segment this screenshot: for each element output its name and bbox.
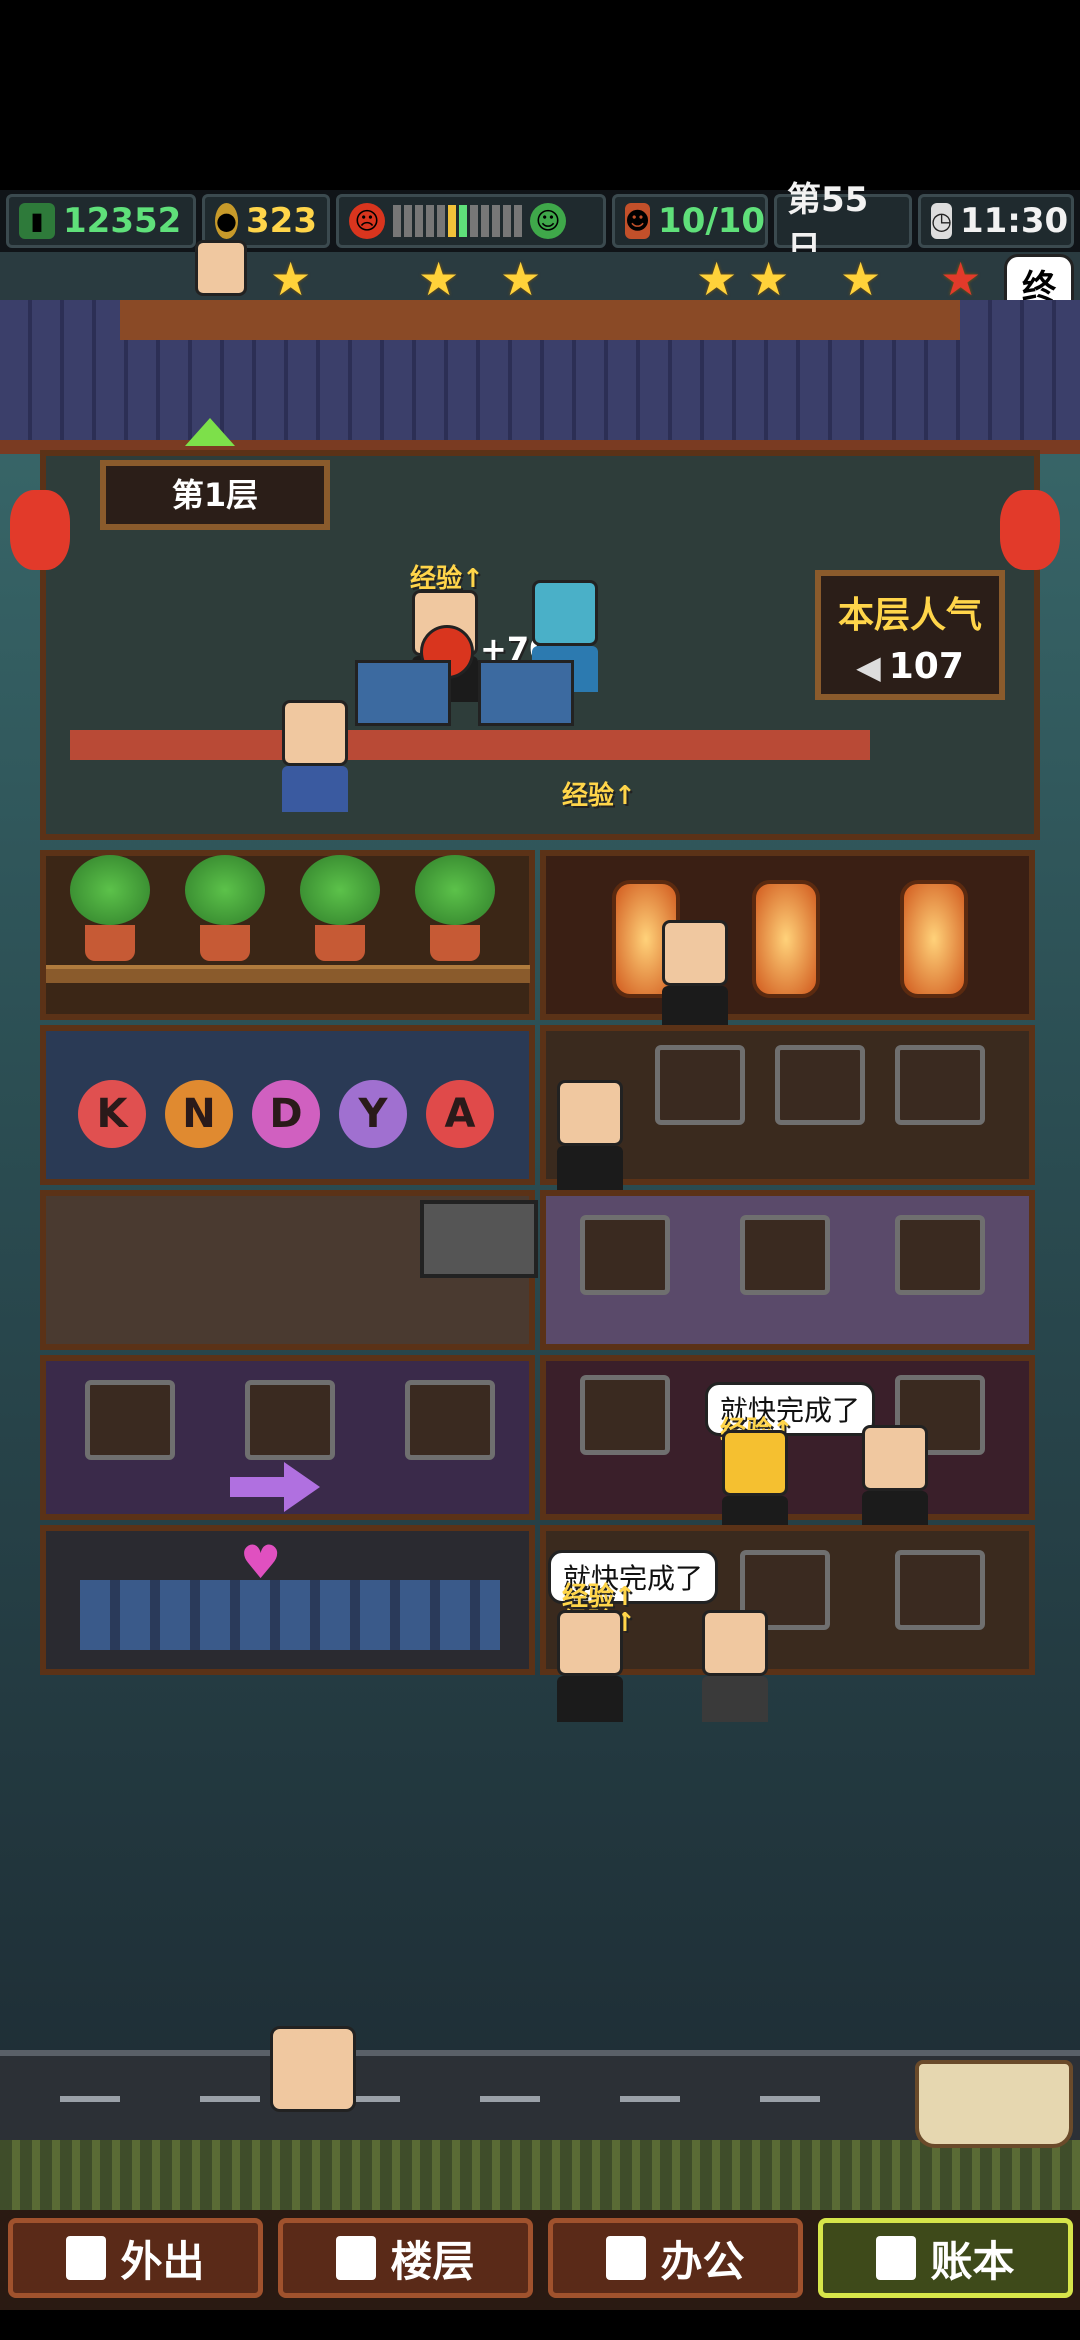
floors-icon [336,2236,377,2280]
floors-button[interactable]: 楼层 [278,2218,533,2298]
star-icon: ★ [696,252,738,306]
roof-ridge [120,300,960,340]
progress-avatar [195,240,247,296]
popularity-label: 本层人气 [837,595,982,636]
cash-value: 12352 [63,201,182,241]
gumball-n: N [165,1080,233,1148]
ledger-button[interactable]: 账本 [818,2218,1073,2298]
customer-character[interactable] [555,1080,625,1192]
product-slot[interactable] [405,1380,495,1460]
game-scene[interactable]: 第1层 本层人气 ◀ 107 经验↑ +70 K N D Y A 经验↑ 就快完… [0,300,1080,2180]
staff-icon: ☻ [625,203,651,239]
product-slot[interactable] [740,1215,830,1295]
angry-face-icon: ☹ [349,203,385,239]
floors-label: 楼层 [390,2236,475,2286]
outing-label: 外出 [120,2236,205,2286]
star-icon: ★ [270,252,312,306]
pedestrian-character[interactable] [270,2026,356,2112]
office-label: 办公 [660,2236,745,2286]
hearts-icon: ♥ [240,1535,282,1589]
customer-character[interactable] [700,1610,770,1722]
product-slot[interactable] [655,1045,745,1125]
product-slot[interactable] [580,1375,670,1455]
star-icon: ★ [500,252,542,306]
right-lantern-icon [1000,490,1060,570]
product-slot[interactable] [895,1550,985,1630]
product-slot[interactable] [85,1380,175,1460]
gumball-d: D [252,1080,320,1148]
ledger-icon [876,2236,917,2280]
floor-sign: 第1层 [100,460,330,530]
bookshelf [80,1580,500,1650]
bottom-nav: 外出 楼层 办公 账本 [0,2210,1080,2310]
shop-counter [70,730,870,760]
potted-plant-icon [185,855,265,965]
gumball-a: A [426,1080,494,1148]
time-value: 11:30 [959,201,1069,241]
door-icon [66,2236,107,2280]
customer-character[interactable] [720,1430,790,1542]
customer-character[interactable] [555,1610,625,1722]
eye-monitor-icon[interactable] [420,1200,538,1278]
outing-button[interactable]: 外出 [8,2218,263,2298]
potted-plant-icon [415,855,495,965]
popularity-value: 107 [888,646,964,687]
player-character[interactable] [280,700,350,812]
potted-plant-icon [300,855,380,965]
cash-register-icon[interactable] [355,660,451,726]
day-counter: 第55日 [774,180,912,269]
gumball-k: K [78,1080,146,1148]
status-bar: ▮ 12352 ● 323 ☹ ☺ ☻ 10/10 第55日 ◷ 11:30 [0,180,1080,269]
hanging-lantern-icon [900,880,968,998]
coin-value: 323 [246,201,317,241]
product-slot[interactable] [580,1215,670,1295]
mood-meter: ☹ ☺ [336,194,606,248]
open-book-icon[interactable] [915,2060,1073,2160]
clock-icon: ◷ [931,203,952,239]
book-icon [606,2236,647,2280]
shelf [46,965,530,983]
happy-face-icon: ☺ [530,203,566,239]
customer-character[interactable] [860,1425,930,1537]
potted-plant-icon [70,855,150,965]
product-slot[interactable] [245,1380,335,1460]
ledger-label: 账本 [930,2236,1015,2286]
red-star-icon: ★ [940,252,982,306]
office-button[interactable]: 办公 [548,2218,803,2298]
gumball-y: Y [339,1080,407,1148]
staff-counter[interactable]: ☻ 10/10 [612,194,768,248]
day-progress-bar: ★ ★ ★ ★ ★ ★ ★ 终 [0,240,1080,314]
popularity-panel: 本层人气 ◀ 107 [815,570,1005,700]
staff-value: 10/10 [658,201,766,241]
mood-meter-bar [393,205,522,237]
hanging-lantern-icon [752,880,820,998]
left-lantern-icon [10,490,70,570]
coin-icon: ● [215,203,239,239]
product-slot[interactable] [895,1215,985,1295]
megaphone-icon: ◀ [856,647,881,686]
star-icon: ★ [418,252,460,306]
exp-up-label: 经验↑ [562,781,636,811]
product-slot[interactable] [775,1045,865,1125]
cash-icon: ▮ [19,203,55,239]
cash-counter: ▮ 12352 [6,194,196,248]
clock: ◷ 11:30 [918,194,1074,248]
cash-register-icon[interactable] [478,660,574,726]
customer-character[interactable] [660,920,730,1032]
star-icon: ★ [748,252,790,306]
star-icon: ★ [840,252,882,306]
product-slot[interactable] [895,1045,985,1125]
